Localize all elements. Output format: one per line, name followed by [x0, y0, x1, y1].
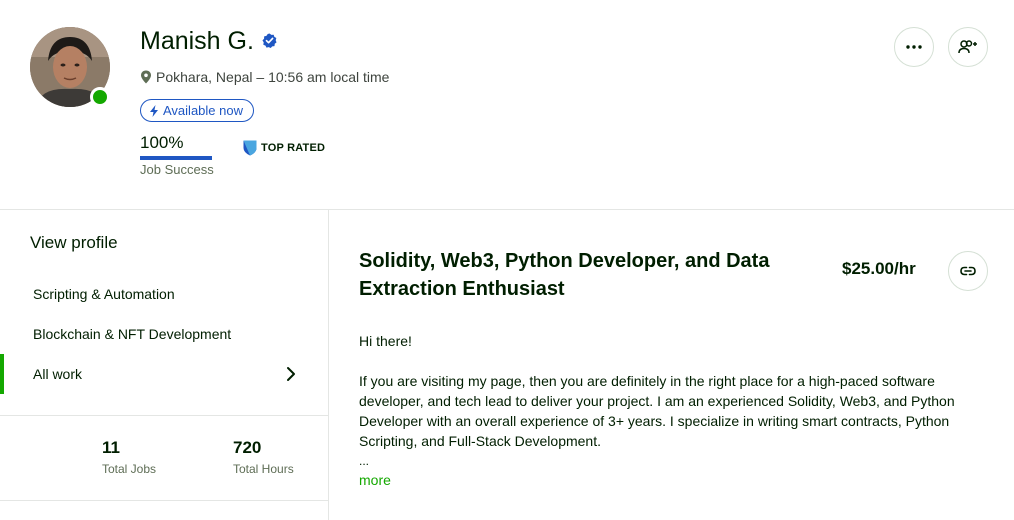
job-success-bar-fill: [140, 156, 212, 160]
sidebar-item-blockchain-nft[interactable]: Blockchain & NFT Development: [0, 314, 328, 354]
copy-link-button[interactable]: [948, 251, 988, 291]
lightning-icon: [150, 104, 158, 117]
profile-title: Solidity, Web3, Python Developer, and Da…: [359, 250, 770, 300]
profile-sidebar: View profile Scripting & Automation Bloc…: [0, 210, 329, 520]
online-status-dot: [90, 87, 110, 107]
chevron-right-icon: [287, 367, 295, 381]
sidebar-item-scripting-automation[interactable]: Scripting & Automation: [0, 274, 328, 314]
sidebar-divider: [0, 500, 328, 501]
more-link[interactable]: more: [359, 472, 391, 488]
link-icon: [960, 266, 976, 276]
available-now-badge[interactable]: Available now: [140, 99, 254, 122]
job-success-bar: [140, 156, 212, 160]
location-pin-icon: [141, 70, 151, 84]
verified-badge-icon: [262, 33, 277, 48]
description-ellipsis: ...: [359, 454, 370, 468]
hourly-rate: $25.00/hr: [842, 259, 916, 278]
description-paragraph: Hi there!: [359, 333, 412, 349]
profile-header: Manish G. Pokhara, Nepal – 10:56 am loca…: [0, 0, 1014, 210]
view-profile-heading: View profile: [30, 233, 118, 252]
save-freelancer-button[interactable]: [948, 27, 988, 67]
sidebar-item-label: Scripting & Automation: [33, 286, 175, 302]
sidebar-item-all-work[interactable]: All work: [0, 354, 328, 394]
freelancer-name: Manish G.: [140, 27, 254, 55]
description-paragraph: If you are visiting my page, then you ar…: [359, 373, 955, 449]
add-user-icon: [958, 40, 977, 54]
top-rated-shield-icon: [243, 140, 257, 156]
profile-description: Hi there! If you are visiting my page, t…: [359, 331, 989, 471]
job-success-label: Job Success: [140, 162, 214, 177]
sidebar-divider: [0, 415, 328, 416]
location-text: Pokhara, Nepal – 10:56 am local time: [156, 69, 390, 85]
available-now-label: Available now: [163, 103, 243, 118]
profile-main: Solidity, Web3, Python Developer, and Da…: [330, 210, 1014, 520]
more-dots-icon: [906, 45, 922, 49]
job-success-value: 100%: [140, 133, 184, 152]
top-rated-badge[interactable]: TOP RATED: [243, 140, 325, 156]
total-hours-value: 720: [233, 438, 262, 457]
sidebar-item-label: Blockchain & NFT Development: [33, 326, 232, 342]
top-rated-label: TOP RATED: [261, 142, 326, 154]
total-jobs-value: 11: [102, 438, 120, 457]
location-line: Pokhara, Nepal – 10:56 am local time: [140, 69, 389, 85]
active-indicator: [0, 354, 4, 394]
more-options-button[interactable]: [894, 27, 934, 67]
total-hours-label: Total Hours: [233, 462, 294, 476]
sidebar-item-label: All work: [33, 366, 83, 382]
total-jobs-label: Total Jobs: [102, 462, 157, 476]
